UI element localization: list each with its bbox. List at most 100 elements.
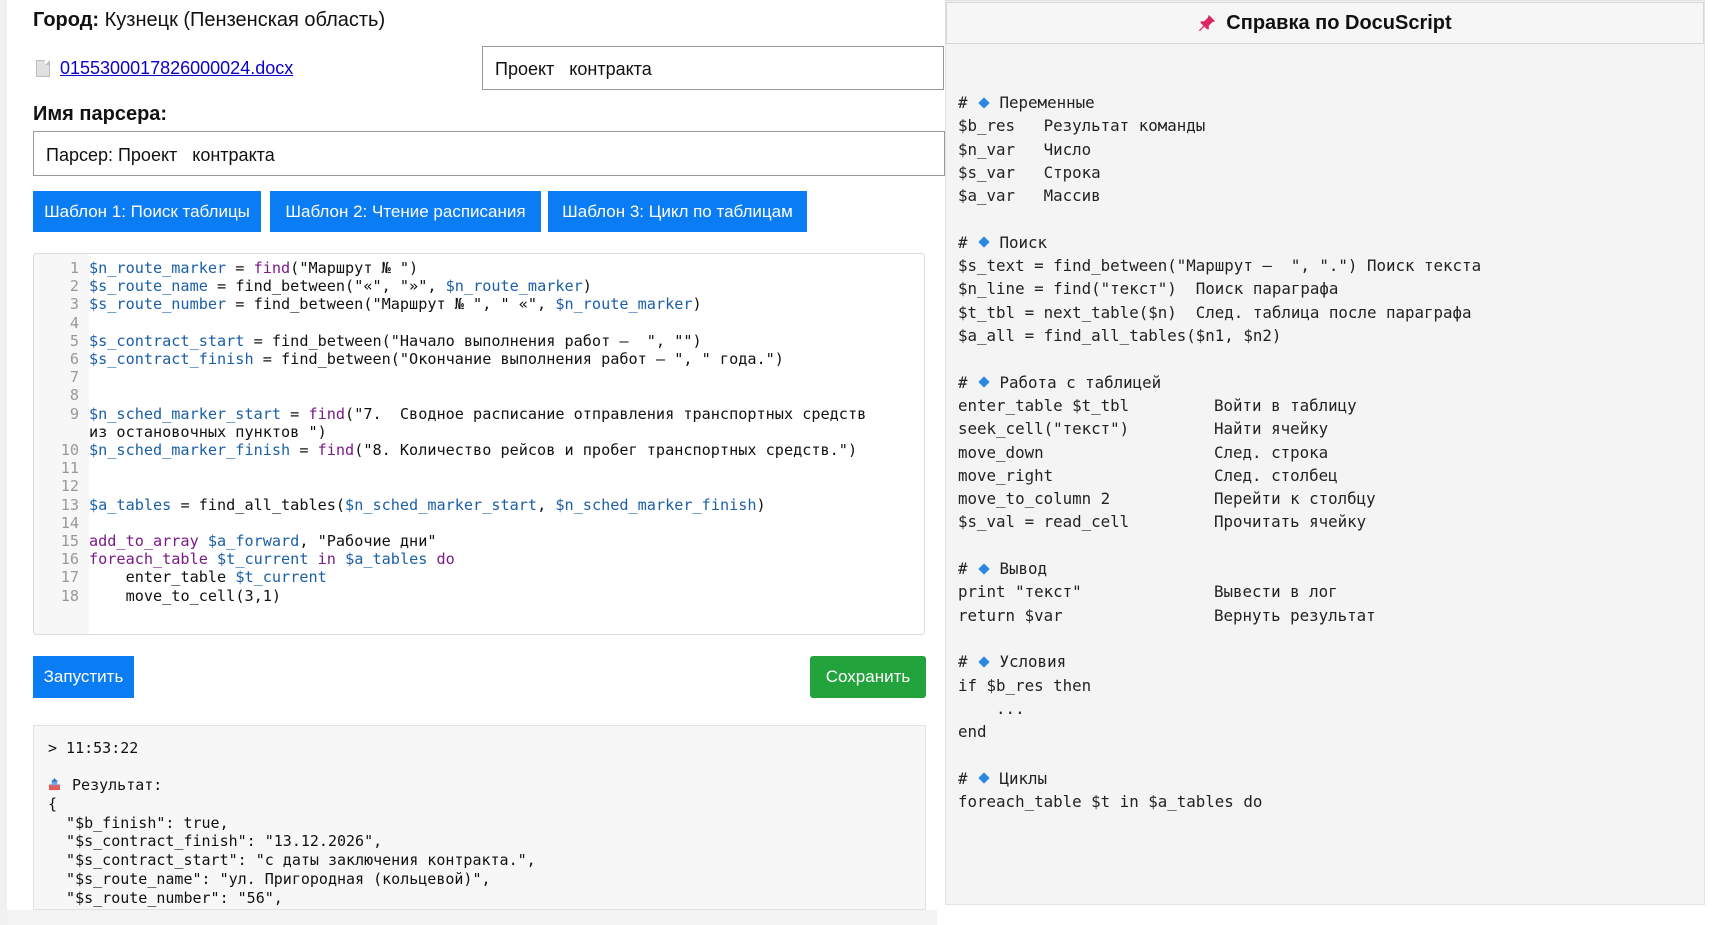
code-editor[interactable]: 1 $n_route_marker = find("Маршрут № ") 2 $s… [33, 253, 925, 635]
code-line[interactable]: 4 [34, 314, 89, 332]
code-line[interactable]: 15 add_to_array $a_forward, "Рабочие дни" [34, 532, 437, 550]
output-line: { [48, 794, 58, 813]
code-line[interactable]: 13 $a_tables = find_all_tables($n_sched_m… [34, 496, 766, 514]
code-line[interactable]: 7 [34, 368, 89, 386]
help-line: $n_line = find("текст") Поиск параграфа [958, 279, 1338, 298]
output-line: "$s_contract_finish": "13.12.2026", [48, 832, 383, 851]
help-syntax: $s_var Строка [958, 162, 1101, 182]
help-syntax: $a_all = find_all_tables($n1, $n2) [958, 326, 1282, 345]
code-line[interactable]: 2 $s_route_name = find_between("«", "»", … [34, 277, 592, 295]
code-text: $s_contract_finish = find_between("Оконч… [89, 350, 784, 368]
line-number: 8 [69, 386, 79, 405]
line-number: 15 [60, 532, 79, 550]
parser-name-input[interactable]: Парсер: Проект контракта [33, 131, 945, 176]
city-value: Кузнецк (Пензенская область) [99, 9, 386, 31]
output-line: "$s_contract_start": "с даты заключения … [48, 851, 536, 870]
help-syntax: $n_var Число [958, 139, 1092, 159]
diamond-icon [977, 562, 990, 575]
code-line[interactable]: 3 $s_route_number = find_between("Маршрут… [34, 295, 702, 313]
help-syntax: move_down [958, 442, 1044, 462]
code-text: add_to_array $a_forward, "Рабочие дни" [89, 532, 437, 550]
code-line[interactable]: 9 $n_sched_marker_start = find("7. Сводно… [34, 405, 866, 423]
line-number: 14 [60, 513, 79, 532]
line-number: 10 [60, 441, 79, 459]
code-line[interactable]: 11 [34, 459, 89, 477]
template-3-button[interactable]: Шаблон 3: Цикл по таблицам [548, 191, 807, 232]
code-text: $s_route_name = find_between("«", "»", $… [89, 277, 592, 296]
output-line: > 11:53:22 [48, 739, 139, 757]
help-syntax: $a_var Массив [958, 186, 1101, 206]
help-line: move_down След. строка [958, 442, 1328, 462]
help-syntax: enter_table $t_tbl [958, 395, 1130, 415]
code-text: $n_route_marker = find("Маршрут № ") [89, 259, 419, 277]
help-syntax: $b_res Результат команды [958, 116, 1206, 136]
file-link[interactable]: 0155300017826000024.docx [60, 58, 293, 79]
diamond-icon [977, 236, 990, 248]
template-1-button[interactable]: Шаблон 1: Поиск таблицы [33, 191, 261, 232]
code-line[interactable]: 5 $s_contract_start = find_between("Начал… [34, 332, 702, 350]
code-line[interactable]: 6 $s_contract_finish = find_between("Окон… [34, 350, 784, 368]
help-section-heading: # Циклы [958, 768, 1048, 788]
line-number: 5 [69, 331, 79, 350]
line-number [34, 423, 89, 441]
diamond-icon [977, 772, 990, 784]
code-text: $s_contract_start = find_between("Начало… [89, 331, 702, 350]
code-line[interactable]: 10 $n_sched_marker_finish = find("8. Коли… [34, 441, 857, 459]
document-type-field[interactable]: Проект контракта [482, 46, 944, 90]
code-line[interactable]: 14 [34, 514, 89, 532]
help-syntax: seek_cell("текст") [958, 419, 1130, 439]
help-line: move_right След. столбец [958, 466, 1338, 485]
help-syntax: end [958, 722, 987, 742]
help-syntax: if $b_res then [958, 675, 1092, 695]
code-text: enter_table $t_current [125, 568, 327, 587]
code-line[interactable]: 16 foreach_table $t_current in $a_tables … [34, 550, 455, 568]
template-2-button[interactable]: Шаблон 2: Чтение расписания [270, 191, 541, 232]
help-syntax: $n_line = find("текст") Поиск параграфа [958, 279, 1339, 299]
help-line: $n_var Число [958, 140, 1091, 159]
help-line: foreach_table $t in $a_tables do [958, 792, 1262, 811]
code-line[interactable]: 8 [34, 386, 89, 404]
help-description: Вывести в лог [1214, 582, 1338, 602]
line-number: 9 [69, 404, 79, 423]
line-number: 12 [60, 477, 79, 496]
save-button[interactable]: Сохранить [810, 656, 926, 698]
output-line: "$s_route_number": "56", [48, 888, 283, 907]
help-section-heading: # Поиск [958, 232, 1048, 252]
help-syntax: $s_text = find_between("Маршрут – ", "."… [958, 256, 1482, 276]
help-line: $b_res Результат команды [958, 116, 1205, 135]
code-text: $n_sched_marker_start = find("7. Сводное… [89, 404, 867, 423]
line-number: 13 [60, 495, 79, 514]
help-heading-text: Вывод [999, 559, 1048, 578]
help-description: След. строка [1214, 442, 1329, 462]
help-syntax: $t_tbl = next_table($n) След. таблица по… [958, 302, 1472, 322]
output-line: Результат: [48, 776, 162, 794]
line-number: 16 [60, 550, 79, 569]
city-info: Город: Кузнецк (Пензенская область) [33, 9, 385, 32]
code-line[interactable]: 18 move_to_cell(3,1) [34, 587, 281, 605]
line-number: 17 [60, 568, 79, 587]
help-syntax: foreach_table $t in $a_tables do [958, 792, 1263, 811]
code-line[interactable]: 12 [34, 477, 89, 495]
help-syntax: $s_val = read_cell [958, 512, 1130, 532]
help-section-heading: # Работа с таблицей [958, 372, 1162, 392]
line-number: 3 [69, 295, 79, 314]
help-heading-text: Циклы [999, 768, 1048, 788]
help-description: Войти в таблицу [1214, 395, 1357, 415]
code-line[interactable]: 17 enter_table $t_current [34, 568, 327, 586]
code-line[interactable]: 1 $n_route_marker = find("Маршрут № ") [34, 259, 418, 277]
result-label: Результат: [72, 776, 163, 794]
code-text: $a_tables = find_all_tables($n_sched_mar… [89, 495, 766, 514]
diamond-icon [977, 656, 990, 668]
run-button[interactable]: Запустить [33, 656, 134, 698]
result-icon [48, 778, 61, 791]
help-description: Перейти к столбцу [1214, 489, 1376, 509]
help-line: seek_cell("текст") Найти ячейку [958, 419, 1328, 439]
help-line: $t_tbl = next_table($n) След. таблица по… [958, 303, 1472, 322]
help-description: След. столбец [1214, 465, 1338, 485]
code-line[interactable]: из остановочных пунктов ") [34, 423, 327, 441]
help-line: end [958, 722, 987, 741]
file-row: 0155300017826000024.docx [36, 58, 293, 79]
help-description: Прочитать ячейку [1214, 512, 1367, 532]
help-section-heading: # Условия [958, 652, 1067, 672]
help-line: print "текст" Вывести в лог [958, 582, 1338, 601]
